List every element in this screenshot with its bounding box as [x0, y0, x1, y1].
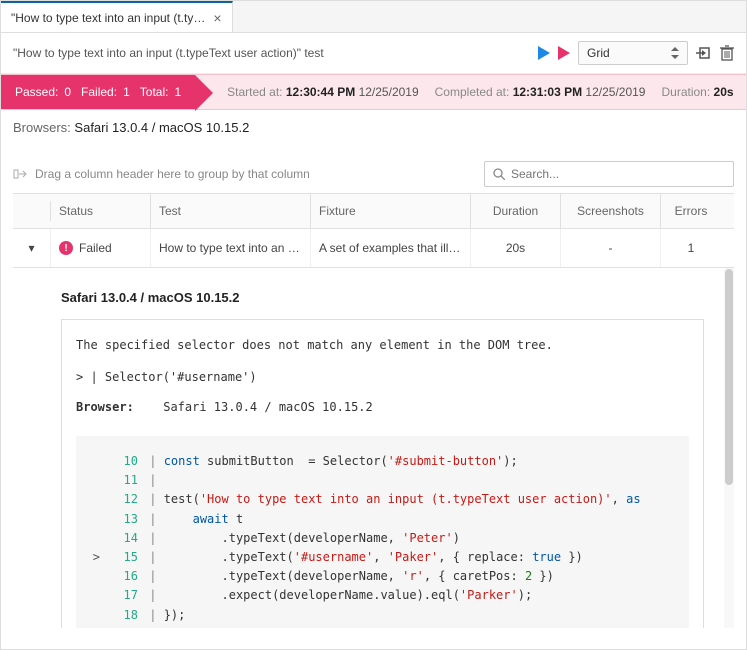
- trash-icon[interactable]: [720, 45, 734, 61]
- chevron-updown-icon: [671, 47, 679, 59]
- failed-label: Failed:: [81, 85, 117, 99]
- results-table: Status Test Fixture Duration Screenshots…: [13, 193, 734, 268]
- error-selector: > | Selector('#username'): [76, 368, 689, 386]
- group-header: Drag a column header here to group by th…: [13, 161, 734, 187]
- tab-title: "How to type text into an input (t.ty…: [11, 11, 205, 25]
- error-browser: Browser: Safari 13.0.4 / macOS 10.15.2: [76, 400, 689, 414]
- browser-value: Safari 13.0.4 / macOS 10.15.2: [163, 400, 373, 414]
- popout-icon[interactable]: [696, 45, 712, 61]
- total-value: 1: [174, 85, 181, 99]
- toolbar: "How to type text into an input (t.typeT…: [1, 33, 746, 74]
- status-cell: ! Failed: [51, 229, 151, 267]
- stats-ribbon: Passed: 0 Failed: 1 Total: 1: [1, 75, 195, 109]
- started-time: 12:30:44 PM: [286, 85, 355, 99]
- tab-active[interactable]: "How to type text into an input (t.ty… ×: [1, 1, 233, 32]
- play-icon[interactable]: [538, 46, 550, 60]
- col-errors[interactable]: Errors: [661, 194, 721, 228]
- started-date: 12/25/2019: [359, 85, 419, 99]
- total-label: Total:: [140, 85, 169, 99]
- failed-value: 1: [123, 85, 130, 99]
- search-input[interactable]: [511, 167, 725, 181]
- table-header: Status Test Fixture Duration Screenshots…: [13, 193, 734, 229]
- column-move-icon: [13, 167, 27, 181]
- passed-value: 0: [64, 85, 71, 99]
- duration-value: 20s: [714, 85, 734, 99]
- fixture-cell: A set of examples that ill…: [311, 229, 471, 267]
- tab-bar: "How to type text into an input (t.ty… ×: [1, 1, 746, 33]
- duration-cell: 20s: [471, 229, 561, 267]
- stats-times: Started at: 12:30:44 PM 12/25/2019 Compl…: [227, 85, 733, 99]
- col-duration[interactable]: Duration: [471, 194, 561, 228]
- view-selector[interactable]: Grid: [578, 41, 688, 65]
- browsers-value: Safari 13.0.4 / macOS 10.15.2: [74, 120, 249, 135]
- play-all-icon[interactable]: [558, 46, 570, 60]
- detail-panel: Safari 13.0.4 / macOS 10.15.2 The specif…: [13, 268, 734, 628]
- completed-time: 12:31:03 PM: [513, 85, 582, 99]
- search-icon: [493, 168, 505, 180]
- error-box: The specified selector does not match an…: [61, 319, 704, 628]
- completed-date: 12/25/2019: [585, 85, 645, 99]
- failed-icon: !: [59, 241, 73, 255]
- duration-label: Duration:: [661, 85, 710, 99]
- stats-bar: Passed: 0 Failed: 1 Total: 1 Started at:…: [1, 74, 746, 110]
- started-label: Started at:: [227, 85, 282, 99]
- scrollbar-thumb[interactable]: [725, 269, 733, 485]
- expand-toggle[interactable]: ▾: [13, 229, 51, 267]
- completed-label: Completed at:: [435, 85, 510, 99]
- col-screenshots[interactable]: Screenshots: [561, 194, 661, 228]
- col-expand: [13, 201, 51, 221]
- search-box[interactable]: [484, 161, 734, 187]
- drag-hint-text: Drag a column header here to group by th…: [35, 167, 310, 181]
- passed-label: Passed:: [15, 85, 58, 99]
- view-value: Grid: [587, 46, 610, 60]
- close-icon[interactable]: ×: [213, 11, 221, 25]
- browser-label: Browser:: [76, 400, 156, 414]
- code-box: 10 | const submitButton = Selector('#sub…: [76, 436, 689, 628]
- detail-heading: Safari 13.0.4 / macOS 10.15.2: [61, 290, 704, 305]
- toolbar-title: "How to type text into an input (t.typeT…: [13, 46, 530, 60]
- errors-cell: 1: [661, 229, 721, 267]
- col-fixture[interactable]: Fixture: [311, 194, 471, 228]
- col-status[interactable]: Status: [51, 194, 151, 228]
- col-test[interactable]: Test: [151, 194, 311, 228]
- status-text: Failed: [79, 241, 112, 255]
- screenshots-cell: -: [561, 229, 661, 267]
- drag-hint[interactable]: Drag a column header here to group by th…: [13, 167, 472, 181]
- browsers-row: Browsers: Safari 13.0.4 / macOS 10.15.2: [1, 110, 746, 145]
- error-message: The specified selector does not match an…: [76, 336, 689, 354]
- table-row[interactable]: ▾ ! Failed How to type text into an … A …: [13, 229, 734, 268]
- browsers-label: Browsers:: [13, 120, 71, 135]
- scrollbar[interactable]: [724, 268, 734, 628]
- test-cell: How to type text into an …: [151, 229, 311, 267]
